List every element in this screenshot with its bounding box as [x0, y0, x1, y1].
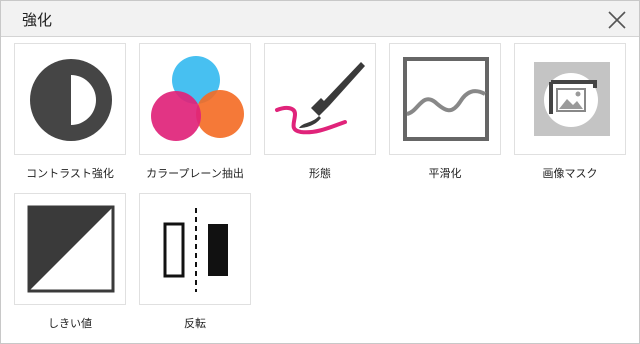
image-mask-icon	[534, 62, 610, 136]
tool-morphology-label: 形態	[309, 167, 331, 180]
tool-threshold-label: しきい値	[48, 317, 92, 330]
dialog-title: 強化	[22, 11, 53, 29]
color-plane-icon	[151, 56, 244, 141]
close-icon	[608, 11, 626, 29]
tool-contrast-label: コントラスト強化	[26, 167, 114, 180]
contrast-icon	[30, 59, 112, 141]
close-button[interactable]	[604, 7, 630, 33]
smoothing-wave-icon	[403, 57, 489, 141]
brush-icon	[275, 62, 365, 135]
invert-icon	[163, 208, 228, 292]
tool-color-plane-button[interactable]	[139, 43, 251, 155]
tool-threshold-button[interactable]	[14, 193, 126, 305]
threshold-icon	[27, 205, 115, 293]
tool-smoothing-label: 平滑化	[428, 167, 462, 180]
tool-contrast-button[interactable]	[14, 43, 126, 155]
dialog-titlebar: 強化	[1, 1, 639, 37]
enhance-dialog: 強化 コントラスト強化 カラープレーン抽出 形態 平滑化 画像マスク しきい値 …	[0, 0, 640, 344]
tool-color-plane-label: カラープレーン抽出	[146, 167, 244, 180]
tool-image-mask-button[interactable]	[514, 43, 626, 155]
tool-invert-label: 反転	[184, 317, 206, 330]
tool-smoothing-button[interactable]	[389, 43, 501, 155]
tool-morphology-button[interactable]	[264, 43, 376, 155]
tool-invert-button[interactable]	[139, 193, 251, 305]
tool-image-mask-label: 画像マスク	[542, 167, 598, 180]
